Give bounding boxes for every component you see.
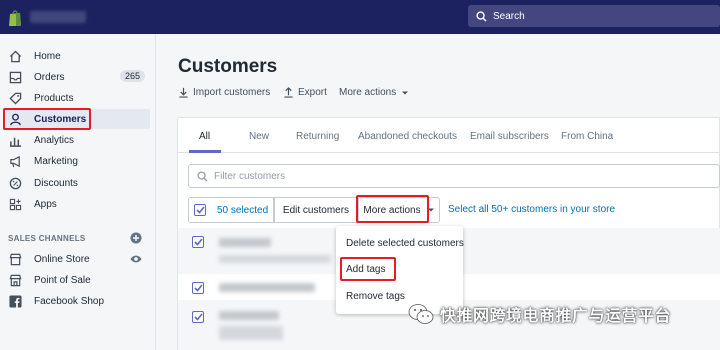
checkmark-icon [195,206,205,214]
sidebar-item-label: Online Store [34,253,90,265]
home-icon [8,49,22,63]
sidebar-item-point-of-sale[interactable]: Point of Sale [6,270,150,290]
sidebar-item-label: Discounts [34,177,78,189]
add-tags-highlight-box [340,257,396,281]
sidebar-item-marketing[interactable]: Marketing [6,151,150,171]
select-all-customers-link[interactable]: Select all 50+ customers in your store [448,204,615,215]
row-checkbox[interactable] [192,311,204,323]
sidebar-item-facebook-shop[interactable]: Facebook Shop [6,291,150,311]
checkmark-icon [193,238,203,246]
sidebar-item-label: Facebook Shop [34,295,105,307]
caret-down-icon [402,91,409,94]
sidebar-item-home[interactable]: Home [6,46,150,66]
megaphone-icon [8,154,22,168]
sidebar-item-label: Home [34,50,61,62]
watermark: 快推网跨境电商推广与运营平台 [408,302,671,326]
sidebar-item-label: Point of Sale [34,274,91,286]
sidebar-item-label: Marketing [34,155,78,167]
tab-new[interactable]: New [249,131,269,142]
sidebar-item-orders[interactable]: Orders 265 [6,67,150,87]
facebook-icon [8,294,22,308]
active-tab-indicator [189,150,221,153]
customers-highlight-box [3,108,91,130]
sidebar-item-label: Analytics [34,134,75,146]
checkmark-icon [193,284,203,292]
sales-channels-title: SALES CHANNELS [8,234,86,243]
edit-customers-button[interactable]: Edit customers [274,197,358,223]
import-customers-label: Import customers [193,87,271,98]
more-actions-highlight-box [356,195,429,223]
bar-chart-icon [8,133,22,147]
pos-store-icon [8,273,22,287]
redacted-customer-details [219,326,283,340]
search-input[interactable]: Search [468,5,720,27]
delete-selected-customers-item[interactable]: Delete selected customers [346,238,464,249]
filter-placeholder: Filter customers [214,170,286,182]
edit-customers-label: Edit customers [282,204,350,216]
sidebar-item-label: Products [34,92,74,104]
page-title: Customers [178,56,278,77]
filter-customers-input[interactable]: Filter customers [188,164,720,188]
search-icon [476,10,487,22]
tab-all[interactable]: All [199,131,210,142]
wechat-icon [408,304,434,324]
redacted-customer-name [219,283,315,292]
store-name[interactable] [30,11,86,23]
download-icon [179,87,188,98]
apps-icon [8,197,22,211]
sidebar-item-label: Orders [34,71,65,83]
tab-abandoned-checkouts[interactable]: Abandoned checkouts [358,131,457,142]
checkmark-icon [193,313,203,321]
discount-icon [8,176,22,190]
select-all-checkbox[interactable] [194,204,206,216]
selected-count-button[interactable]: 50 selected [188,197,274,223]
redacted-customer-details [219,255,331,263]
export-button[interactable]: Export [283,87,327,98]
row-checkbox[interactable] [192,282,204,294]
orders-count-badge: 265 [119,70,145,82]
tab-email-subscribers[interactable]: Email subscribers [470,131,549,142]
sidebar-item-label: Apps [34,198,57,210]
import-customers-button[interactable]: Import customers [178,87,270,98]
eye-icon[interactable] [130,254,142,264]
tab-from-china[interactable]: From China [561,131,613,142]
sidebar-item-analytics[interactable]: Analytics [6,130,150,150]
sidebar-item-products[interactable]: Products [6,88,150,108]
tag-icon [8,91,22,105]
row-checkbox[interactable] [192,236,204,248]
more-actions-label: More actions [339,87,397,98]
search-label: Search [493,10,525,22]
header-more-actions-button[interactable]: More actions [339,87,413,98]
search-icon [197,170,208,182]
shopify-logo-icon[interactable] [7,9,23,27]
store-icon [8,252,22,266]
redacted-customer-name [219,238,271,247]
selected-count: 50 selected [217,204,269,216]
redacted-customer-name [219,311,279,320]
sidebar-item-online-store[interactable]: Online Store [6,249,150,269]
add-channel-icon[interactable] [130,232,142,244]
top-bar: Search [0,0,720,34]
upload-icon [284,87,293,98]
sidebar-item-discounts[interactable]: Discounts [6,173,150,193]
export-label: Export [298,87,327,98]
sidebar-item-apps[interactable]: Apps [6,194,150,214]
watermark-text: 快推网跨境电商推广与运营平台 [440,308,672,325]
orders-icon [8,70,22,84]
remove-tags-item[interactable]: Remove tags [346,291,405,302]
tab-returning[interactable]: Returning [296,131,339,142]
